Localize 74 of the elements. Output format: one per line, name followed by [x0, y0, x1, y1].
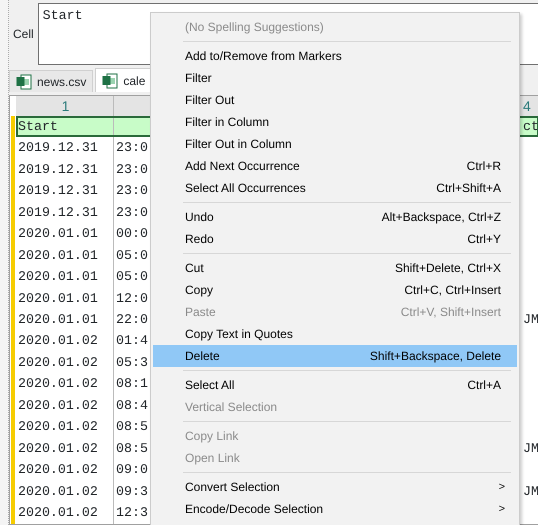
table-cell-text: 09:0 — [116, 461, 148, 480]
table-cell-text: JM — [523, 440, 538, 458]
table-cell-text: 12:0 — [116, 290, 148, 308]
table-cell-text: 05:0 — [116, 268, 148, 286]
table-cell-text: 2019.12.31 — [18, 204, 98, 222]
table-cell-text: ct — [523, 118, 538, 136]
table-cell-text: 23:0 — [116, 139, 148, 158]
shortcut-text: Ctrl+R — [466, 158, 502, 175]
table-cell-text: 2020.01.01 — [18, 268, 98, 286]
table-cell-text: JM — [523, 482, 538, 501]
menu-item[interactable]: Cut Shift+Delete, Ctrl+X — [153, 257, 517, 279]
table-cell-text: 23:0 — [116, 204, 148, 222]
menu-item[interactable]: Encode/Decode Selection > — [153, 498, 517, 520]
menu-item[interactable]: Select All Occurrences Ctrl+Shift+A — [153, 177, 517, 199]
submenu-arrow: > — [498, 480, 505, 495]
table-cell-text: 05:3 — [116, 354, 148, 372]
table-cell-text: 23:0 — [116, 182, 148, 200]
menu-item[interactable]: Copy Text in Quotes — [153, 323, 517, 345]
table-cell-text: JM — [523, 310, 538, 329]
table-cell-text: 2020.01.02 — [18, 354, 98, 372]
table-cell-text: 2019.12.31 — [18, 182, 98, 200]
table-cell-text: 00:0 — [116, 225, 148, 244]
table-cell-text: 2020.01.02 — [18, 418, 98, 436]
table-cell-text: 2020.01.02 — [18, 332, 98, 350]
menu-item[interactable]: Filter — [153, 67, 517, 89]
shortcut-text: Ctrl+A — [467, 377, 502, 394]
menu-item[interactable]: Convert Selection > — [153, 476, 517, 498]
table-cell-text: 12:3 — [116, 504, 148, 522]
shortcut-text: Ctrl+C, Ctrl+Insert — [404, 282, 502, 299]
table-cell-text: 01:4 — [116, 332, 148, 350]
table-cell-text: 08:4 — [116, 396, 148, 415]
table-cell-text: 2020.01.02 — [18, 461, 98, 480]
spreadsheet-file-icon — [102, 72, 118, 88]
table-cell-text: 2020.01.02 — [18, 396, 98, 415]
menu-item[interactable]: Undo Alt+Backspace, Ctrl+Z — [153, 206, 517, 228]
file-tab[interactable]: news.csv — [9, 70, 94, 92]
table-cell-text: 2019.12.31 — [18, 139, 98, 158]
shortcut-text: Alt+Backspace, Ctrl+Z — [382, 209, 502, 226]
shortcut-text: Ctrl+Y — [467, 231, 502, 248]
table-cell-text: Start — [18, 118, 58, 136]
table-cell-text: 09:3 — [116, 482, 148, 501]
menu-item[interactable]: Copy Ctrl+C, Ctrl+Insert — [153, 279, 517, 301]
table-cell-text: 05:0 — [116, 246, 148, 265]
table-cell-text: 2020.01.02 — [18, 482, 98, 501]
menu-item[interactable]: Add to/Remove from Markers — [153, 45, 517, 67]
table-cell-text: 08:5 — [116, 418, 148, 436]
shortcut-text: Shift+Delete, Ctrl+X — [394, 260, 502, 277]
menu-item[interactable]: Add Next Occurrence Ctrl+R — [153, 155, 517, 177]
table-cell-text: 2020.01.01 — [18, 310, 98, 329]
table-cell-text: 2020.01.01 — [18, 225, 98, 244]
menu-item[interactable]: Filter in Column — [153, 111, 517, 133]
menu-item[interactable]: Filter Out in Column — [153, 133, 517, 155]
table-cell-text: 08:5 — [116, 440, 148, 458]
menu-item[interactable]: Redo Ctrl+Y — [153, 228, 517, 250]
table-cell-text: 2020.01.02 — [18, 504, 98, 522]
menu-item[interactable]: Filter Out — [153, 89, 517, 111]
table-cell-text: 2019.12.31 — [18, 160, 98, 179]
table-cell-text: 2020.01.01 — [18, 246, 98, 265]
table-cell-text: 2020.01.02 — [18, 375, 98, 394]
file-tab[interactable]: cale — [95, 68, 152, 92]
cell-label: Cell — [13, 26, 34, 43]
shortcut-text: Shift+Backspace, Delete — [370, 348, 502, 365]
shortcut-text: Ctrl+Shift+A — [436, 180, 502, 197]
table-cell-text: 2020.01.01 — [18, 290, 98, 308]
table-cell-text: 2020.01.02 — [18, 440, 98, 458]
column-header[interactable]: 4 — [521, 96, 538, 116]
table-cell-text: 08:1 — [116, 375, 148, 394]
table-cell-text: 23:0 — [116, 160, 148, 179]
table-cell-text: 22:0 — [116, 310, 148, 329]
shortcut-text: Ctrl+V, Shift+Insert — [400, 304, 502, 321]
submenu-arrow: > — [498, 502, 505, 517]
menu-item[interactable]: Select All Ctrl+A — [153, 374, 517, 396]
spreadsheet-file-icon — [16, 74, 32, 90]
menu-item[interactable]: Delete Shift+Backspace, Delete — [153, 345, 517, 367]
